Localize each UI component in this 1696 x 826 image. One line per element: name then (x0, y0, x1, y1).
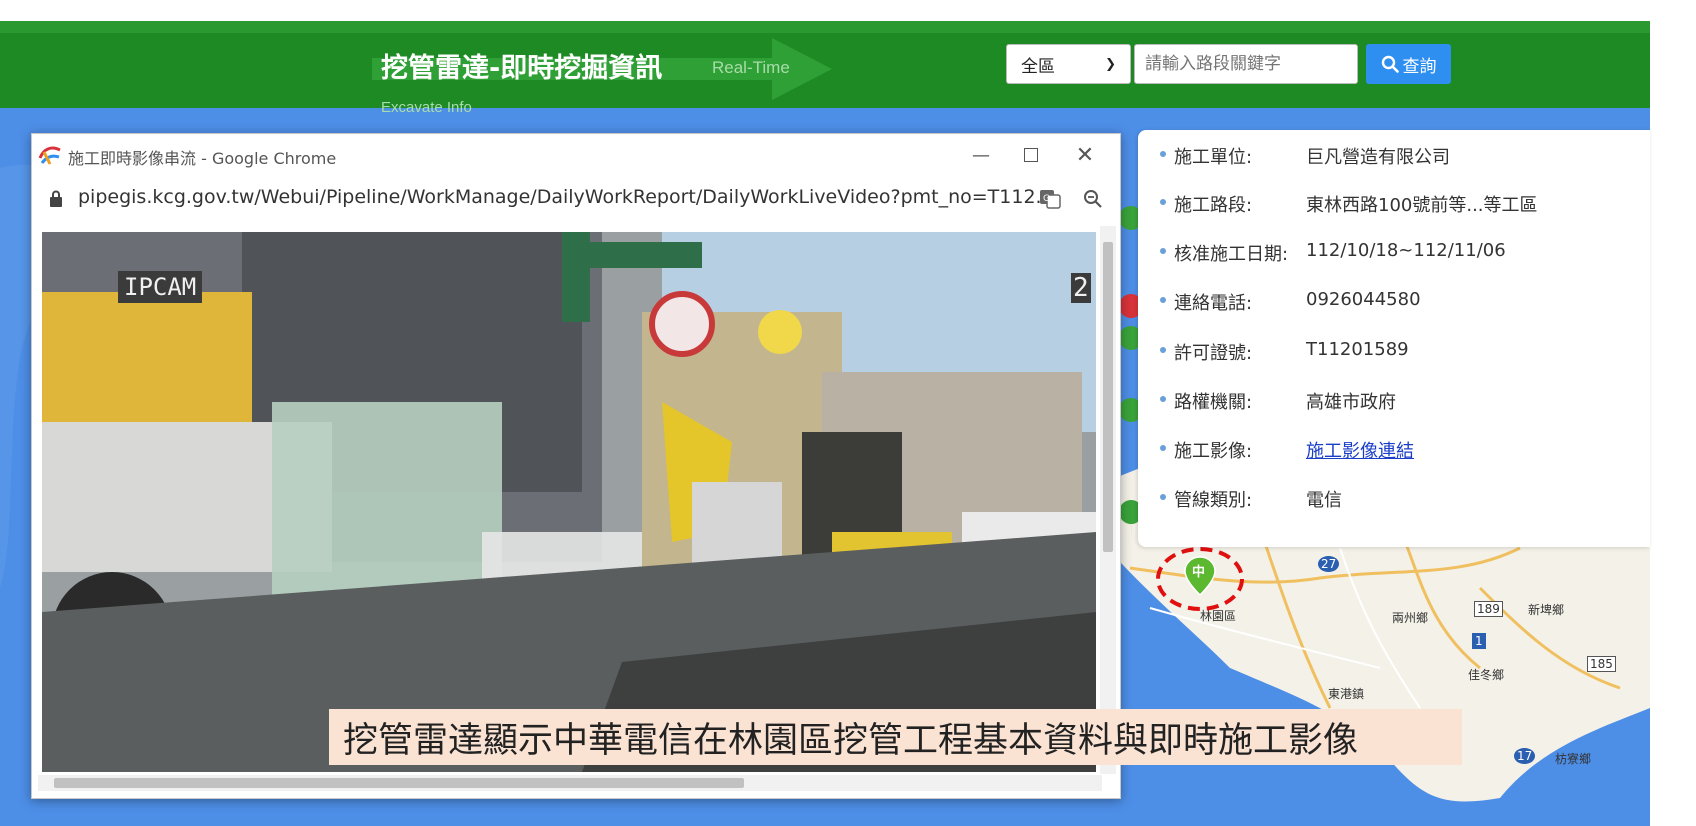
district-select-value: 全區 (1021, 56, 1055, 77)
map-label: 兩州鄉 (1392, 611, 1429, 625)
bullet-icon (1160, 445, 1166, 451)
search-input[interactable] (1134, 44, 1358, 84)
chrome-popup-window[interactable]: 施工即時影像串流 - Google Chrome — ✕ pipegis.kcg… (31, 133, 1121, 799)
site-subtitle-line2: Excavate Info (381, 99, 472, 116)
info-value: 東林西路100號前等...等工區 (1306, 195, 1538, 216)
info-row-pipeline-type: 管線類別: 電信 (1160, 486, 1342, 512)
maximize-icon (1024, 148, 1038, 162)
info-value: 電信 (1306, 490, 1342, 511)
zoom-icon[interactable] (1082, 188, 1104, 210)
minimize-button[interactable]: — (958, 140, 1004, 170)
route-marker: 189 (1474, 601, 1503, 617)
info-row-contractor: 施工單位: 巨凡營造有限公司 (1160, 143, 1450, 169)
bullet-icon (1160, 151, 1166, 157)
search-button-label: 查詢 (1402, 56, 1437, 77)
info-panel: 施工單位: 巨凡營造有限公司 施工路段: 東林西路100號前等...等工區 核准施工… (1138, 130, 1650, 547)
bullet-icon (1160, 297, 1166, 303)
site-title: 挖管雷達-即時挖掘資訊 (381, 53, 663, 84)
info-value: 112/10/18~112/11/06 (1306, 240, 1506, 261)
live-video-stream[interactable] (42, 232, 1096, 772)
info-row-authority: 路權機關: 高雄市政府 (1160, 388, 1396, 414)
vertical-scrollbar[interactable] (1100, 226, 1116, 774)
info-label: 路權機關: (1174, 392, 1253, 413)
map-label: 佳冬鄉 (1468, 668, 1505, 682)
info-label: 核准施工日期: (1174, 244, 1289, 265)
info-row-phone: 連絡電話: 0926044580 (1160, 289, 1421, 315)
selected-marker[interactable]: 中 (1154, 543, 1246, 613)
map-label: 新埤鄉 (1528, 603, 1565, 617)
bullet-icon (1160, 248, 1166, 254)
minimize-icon: — (972, 144, 990, 166)
lock-icon (50, 190, 62, 207)
header-stripe (0, 21, 1650, 33)
info-row-permit: 許可證號: T11201589 (1160, 339, 1409, 365)
info-label: 施工單位: (1174, 147, 1253, 168)
image-caption: 挖管雷達顯示中華電信在林園區挖管工程基本資料與即時施工影像 (329, 709, 1462, 765)
construction-video-frame (42, 232, 1096, 772)
info-label: 管線類別: (1174, 490, 1253, 511)
vertical-scroll-thumb[interactable] (1103, 242, 1113, 552)
video-link[interactable]: 施工影像連結 (1306, 437, 1414, 463)
bullet-icon (1160, 396, 1166, 402)
info-row-approved-dates: 核准施工日期: 112/10/18~112/11/06 (1160, 240, 1506, 266)
info-value: 巨凡營造有限公司 (1306, 147, 1450, 168)
info-row-road-section: 施工路段: 東林西路100號前等...等工區 (1160, 191, 1538, 217)
bullet-icon (1160, 494, 1166, 500)
chevron-down-icon: ❯ (1105, 56, 1116, 72)
ipcam-overlay-label: IPCAM (118, 271, 203, 303)
site-subtitle: Real-Time (712, 58, 790, 77)
info-label: 施工路段: (1174, 195, 1253, 216)
bullet-icon (1160, 199, 1166, 205)
svg-text:G: G (1043, 194, 1050, 204)
route-marker: 1 (1472, 633, 1486, 649)
bullet-icon (1160, 347, 1166, 353)
url-text[interactable]: pipegis.kcg.gov.tw/Webui/Pipeline/WorkMa… (78, 186, 1054, 208)
district-select[interactable]: 全區 ❯ (1006, 44, 1131, 84)
info-row-video: 施工影像: 施工影像連結 (1160, 437, 1414, 463)
horizontal-scrollbar[interactable] (38, 775, 1102, 791)
marker-label: 中 (1192, 565, 1206, 580)
translate-icon[interactable]: G (1039, 188, 1061, 210)
close-button[interactable]: ✕ (1062, 140, 1108, 170)
close-icon: ✕ (1075, 142, 1095, 168)
route-marker: 185 (1587, 656, 1616, 672)
horizontal-scroll-thumb[interactable] (54, 778, 744, 788)
map-label: 東港鎮 (1328, 687, 1365, 701)
maximize-button[interactable] (1008, 140, 1054, 170)
search-icon (1381, 55, 1399, 73)
info-label: 連絡電話: (1174, 293, 1253, 314)
info-value: 高雄市政府 (1306, 392, 1396, 413)
search-button[interactable]: 查詢 (1366, 44, 1451, 84)
info-label: 許可證號: (1174, 343, 1253, 364)
app-logo-icon (38, 146, 61, 165)
map-label: 枋寮鄉 (1555, 752, 1592, 766)
info-value: 0926044580 (1306, 289, 1421, 310)
info-value: T11201589 (1306, 339, 1409, 360)
camera-timestamp-overlay: 2 (1071, 273, 1091, 303)
info-label: 施工影像: (1174, 441, 1253, 462)
window-title: 施工即時影像串流 - Google Chrome (68, 149, 337, 168)
